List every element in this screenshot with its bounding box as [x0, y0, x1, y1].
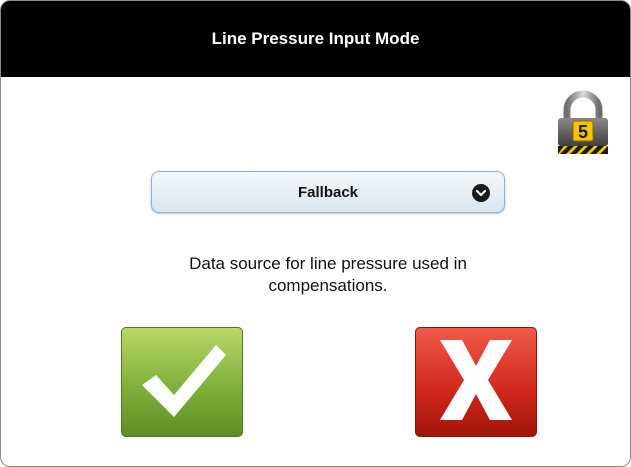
chevron-down-icon[interactable]	[472, 184, 490, 202]
dropdown-selected-value: Fallback	[297, 183, 359, 201]
lock-level-number: 5	[578, 122, 588, 142]
description-text: Data source for line pressure used in co…	[189, 254, 467, 295]
x-icon	[426, 332, 526, 433]
title-bar: Line Pressure Input Mode	[1, 1, 630, 77]
input-mode-dropdown[interactable]: Fallback	[151, 171, 505, 213]
cancel-button[interactable]	[415, 327, 537, 437]
checkmark-icon	[132, 335, 232, 430]
confirm-button[interactable]	[121, 327, 243, 437]
lock-icon: 5	[555, 90, 611, 156]
dialog-title: Line Pressure Input Mode	[211, 29, 420, 48]
dialog-window: Line Pressure Input Mode 5 Fallback Data…	[0, 0, 631, 467]
